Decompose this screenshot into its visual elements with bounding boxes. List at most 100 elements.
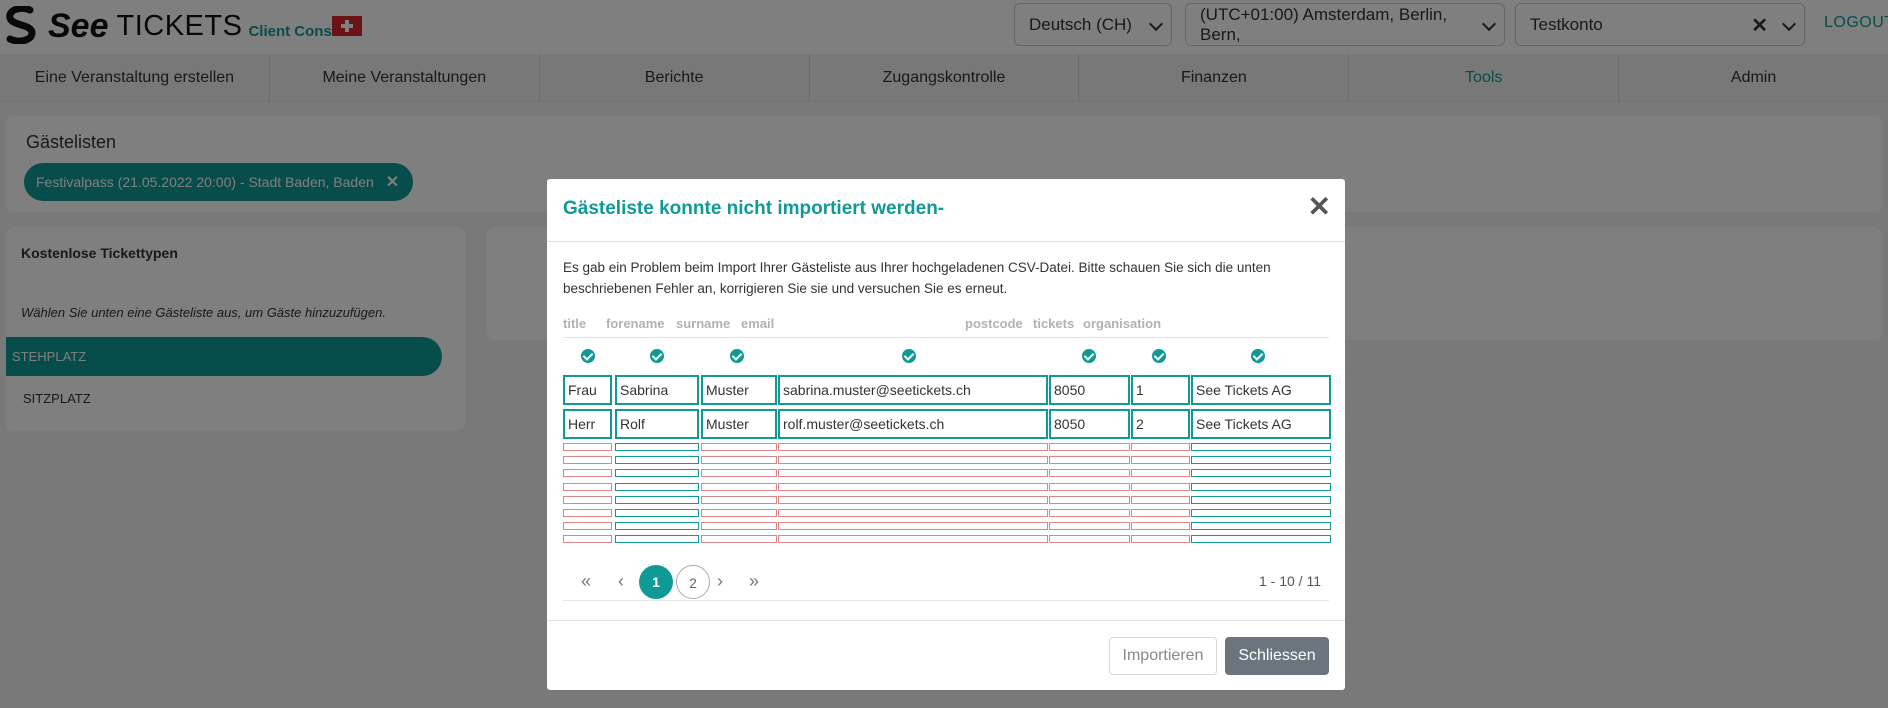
table-cell[interactable] <box>563 495 612 504</box>
table-cell[interactable] <box>778 535 1048 544</box>
table-cell[interactable]: 2 <box>1131 409 1190 439</box>
table-cell[interactable] <box>1191 456 1331 465</box>
table-cell[interactable] <box>1191 482 1331 491</box>
table-cell[interactable]: Rolf <box>615 409 699 439</box>
table-cell[interactable] <box>615 469 699 478</box>
table-cell[interactable]: Muster <box>701 409 777 439</box>
check-icon <box>581 349 595 363</box>
table-cell[interactable] <box>1049 509 1130 517</box>
table-cell[interactable] <box>1131 535 1190 544</box>
table-cell[interactable]: sabrina.muster@seetickets.ch <box>778 375 1048 405</box>
close-button[interactable]: Schliessen <box>1225 637 1329 675</box>
import-button[interactable]: Importieren <box>1109 637 1217 675</box>
column-header-organisation: organisation <box>1083 316 1162 331</box>
table-cell[interactable]: Muster <box>701 375 777 405</box>
column-header-email: email <box>741 316 775 331</box>
table-cell[interactable] <box>778 509 1048 517</box>
table-cell[interactable] <box>1191 469 1331 478</box>
table-cell[interactable] <box>1131 522 1190 531</box>
table-cell[interactable] <box>615 443 699 451</box>
prev-page-icon[interactable]: ‹ <box>618 571 624 592</box>
table-cell[interactable] <box>615 456 699 465</box>
column-header-title: title <box>563 316 587 331</box>
table-cell[interactable] <box>701 469 777 478</box>
pagination: « ‹ 1 2 › » 1 - 10 / 11 <box>563 557 1329 601</box>
table-cell[interactable] <box>701 443 777 451</box>
table-cell[interactable] <box>563 535 612 544</box>
table-cell[interactable] <box>1191 522 1331 531</box>
last-page-icon[interactable]: » <box>749 571 759 592</box>
table-cell[interactable] <box>1131 443 1190 451</box>
table-cell[interactable]: Herr <box>563 409 612 439</box>
close-icon[interactable]: ✕ <box>1308 190 1331 223</box>
table-cell[interactable] <box>778 469 1048 478</box>
modal-message: Es gab ein Problem beim Import Ihrer Gäs… <box>563 260 1271 296</box>
page-range: 1 - 10 / 11 <box>1258 573 1321 589</box>
check-icon <box>902 349 916 363</box>
table-cell[interactable] <box>563 456 612 465</box>
table-cell[interactable] <box>1049 443 1130 451</box>
table-cell[interactable] <box>778 443 1048 451</box>
check-icon <box>1152 349 1166 363</box>
table-cell[interactable] <box>615 535 699 544</box>
table-cell[interactable]: 8050 <box>1049 409 1130 439</box>
table-cell[interactable] <box>1049 482 1130 491</box>
table-cell[interactable] <box>701 456 777 465</box>
table-header: title forename surname email postcode ti… <box>563 316 1329 338</box>
table-cell[interactable]: rolf.muster@seetickets.ch <box>778 409 1048 439</box>
table-cell[interactable] <box>1131 509 1190 517</box>
table-cell[interactable]: Frau <box>563 375 612 405</box>
column-header-forename: forename <box>606 316 665 331</box>
divider <box>547 241 1345 242</box>
check-icon <box>1082 349 1096 363</box>
table-cell[interactable] <box>1049 522 1130 531</box>
table-cell[interactable] <box>1191 509 1331 517</box>
table-cell[interactable] <box>563 509 612 517</box>
table-cell[interactable] <box>1131 482 1190 491</box>
table-cell[interactable] <box>615 509 699 517</box>
table-cell[interactable] <box>701 509 777 517</box>
page-button-1[interactable]: 1 <box>639 565 673 599</box>
divider <box>563 600 1329 601</box>
table-cell[interactable] <box>563 469 612 478</box>
table-cell[interactable] <box>1191 443 1331 451</box>
table-cell[interactable]: See Tickets AG <box>1191 409 1331 439</box>
table-cell[interactable] <box>1049 495 1130 504</box>
table-cell[interactable] <box>615 495 699 504</box>
table-cell[interactable] <box>778 495 1048 504</box>
next-page-icon[interactable]: › <box>717 571 723 592</box>
first-page-icon[interactable]: « <box>581 571 591 592</box>
table-cell[interactable]: See Tickets AG <box>1191 375 1331 405</box>
column-header-surname: surname <box>676 316 731 331</box>
table-cell[interactable] <box>701 495 777 504</box>
table-cell[interactable] <box>563 482 612 491</box>
table-cell[interactable] <box>778 482 1048 491</box>
table-cell[interactable] <box>1131 469 1190 478</box>
table-cell[interactable] <box>1131 456 1190 465</box>
column-header-tickets: tickets <box>1033 316 1075 331</box>
table-cell[interactable] <box>1049 535 1130 544</box>
modal-title: Gästeliste konnte nicht importiert werde… <box>563 198 945 219</box>
check-icon <box>1251 349 1265 363</box>
table-cell[interactable]: 8050 <box>1049 375 1130 405</box>
table-cell[interactable] <box>563 443 612 451</box>
table-cell[interactable] <box>701 482 777 491</box>
table-cell[interactable]: Sabrina <box>615 375 699 405</box>
table-cell[interactable] <box>615 482 699 491</box>
table-cell[interactable] <box>1191 535 1331 544</box>
column-header-postcode: postcode <box>965 316 1023 331</box>
table-cell[interactable] <box>1049 456 1130 465</box>
table-cell[interactable]: 1 <box>1131 375 1190 405</box>
table-cell[interactable] <box>1191 495 1331 504</box>
import-error-modal: Gästeliste konnte nicht importiert werde… <box>547 179 1345 690</box>
table-cell[interactable] <box>778 522 1048 531</box>
table-cell[interactable] <box>1131 495 1190 504</box>
table-cell[interactable] <box>701 535 777 544</box>
check-icon <box>650 349 664 363</box>
table-cell[interactable] <box>778 456 1048 465</box>
table-cell[interactable] <box>615 522 699 531</box>
table-cell[interactable] <box>1049 469 1130 478</box>
page-button-2[interactable]: 2 <box>676 565 710 599</box>
table-cell[interactable] <box>701 522 777 531</box>
table-cell[interactable] <box>563 522 612 531</box>
